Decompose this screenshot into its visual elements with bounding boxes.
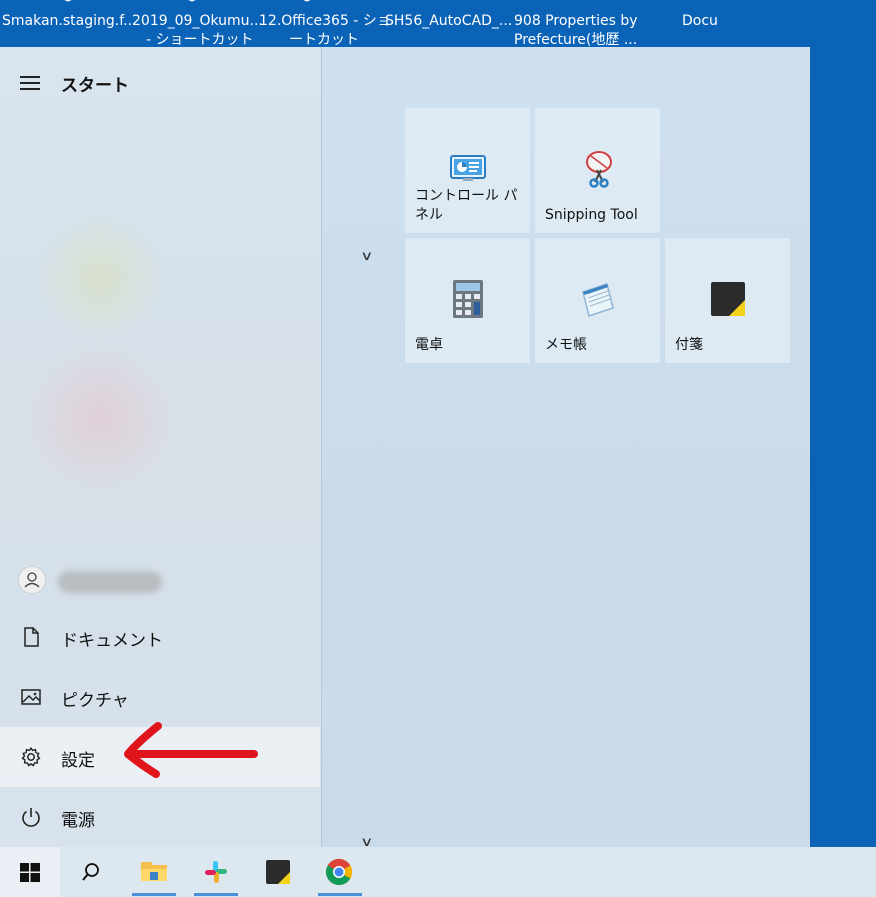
sticky-notes-icon bbox=[266, 860, 290, 884]
shortcut-icon bbox=[303, 0, 311, 2]
tile-label: メモ帳 bbox=[545, 337, 587, 353]
tile-label: 電卓 bbox=[415, 337, 443, 353]
windows-start-icon bbox=[20, 863, 40, 882]
calculator-icon bbox=[453, 280, 483, 318]
tile-label: 付箋 bbox=[675, 337, 703, 353]
blur-decoration bbox=[30, 337, 170, 497]
shortcut-icon bbox=[188, 0, 196, 2]
running-indicator bbox=[318, 893, 362, 896]
snipping-tool-icon bbox=[586, 151, 612, 188]
file-icon bbox=[554, 0, 594, 2]
taskbar-sticky-notes[interactable] bbox=[252, 847, 304, 897]
nav-power-label: 電源 bbox=[61, 811, 95, 831]
nav-power[interactable]: 電源 bbox=[0, 787, 320, 847]
taskbar-file-explorer[interactable] bbox=[128, 847, 180, 897]
nav-documents[interactable]: ドキュメント bbox=[0, 607, 320, 667]
nav-settings-label: 設定 bbox=[61, 751, 95, 771]
desktop-background bbox=[810, 48, 876, 848]
start-button[interactable] bbox=[0, 847, 60, 897]
notepad-icon bbox=[582, 283, 614, 317]
desktop-icon-label: Smakan.staging.f... bbox=[2, 13, 137, 29]
tile-snipping-tool[interactable]: Snipping Tool bbox=[535, 108, 660, 233]
control-panel-icon bbox=[450, 155, 486, 181]
taskbar bbox=[0, 847, 876, 897]
user-avatar-icon bbox=[18, 566, 46, 594]
file-icon bbox=[445, 0, 465, 2]
tile-sticky-notes[interactable]: 付箋 bbox=[665, 238, 790, 363]
taskbar-chrome[interactable] bbox=[314, 847, 366, 897]
desktop-icon-label: Docu bbox=[682, 13, 718, 29]
tile-control-panel[interactable]: コントロール パネル bbox=[405, 108, 530, 233]
desktop-icon-label: 2019_09_Okumu... bbox=[132, 13, 263, 29]
tile-label: コントロール パネル bbox=[415, 188, 518, 223]
desktop: Smakan.staging.f... 2019_09_Okumu... - シ… bbox=[0, 0, 876, 48]
pictures-icon bbox=[21, 689, 41, 705]
chrome-icon bbox=[325, 858, 353, 885]
search-button[interactable] bbox=[64, 847, 116, 897]
slack-icon bbox=[205, 861, 227, 883]
tile-label: Snipping Tool bbox=[545, 207, 638, 223]
file-explorer-icon bbox=[141, 862, 167, 881]
sticky-notes-icon bbox=[711, 282, 745, 316]
tile-calculator[interactable]: 電卓 bbox=[405, 238, 530, 363]
collapse-group-chevron-icon[interactable]: ∨ bbox=[360, 249, 373, 264]
annotation-arrow bbox=[124, 722, 258, 778]
desktop-icon-label: 12.Office365 - ショ bbox=[259, 13, 391, 29]
file-icon bbox=[682, 0, 692, 2]
running-indicator bbox=[132, 893, 176, 896]
nav-documents-label: ドキュメント bbox=[61, 631, 163, 651]
start-title: スタート bbox=[61, 76, 129, 96]
hamburger-menu-icon[interactable] bbox=[20, 75, 42, 91]
running-indicator bbox=[194, 893, 238, 896]
search-icon bbox=[82, 863, 99, 881]
desktop-icon-label: 908 Properties by bbox=[514, 13, 638, 29]
desktop-icon-label: SH56_AutoCAD_... bbox=[385, 13, 513, 29]
tile-notepad[interactable]: メモ帳 bbox=[535, 238, 660, 363]
shortcut-icon bbox=[64, 0, 72, 2]
power-icon bbox=[22, 808, 40, 827]
document-icon bbox=[24, 627, 39, 647]
blur-decoration bbox=[40, 207, 160, 347]
user-account[interactable] bbox=[0, 555, 321, 601]
gear-icon bbox=[21, 747, 41, 767]
user-name-redacted bbox=[58, 571, 162, 593]
nav-pictures-label: ピクチャ bbox=[61, 691, 129, 711]
taskbar-slack[interactable] bbox=[190, 847, 242, 897]
